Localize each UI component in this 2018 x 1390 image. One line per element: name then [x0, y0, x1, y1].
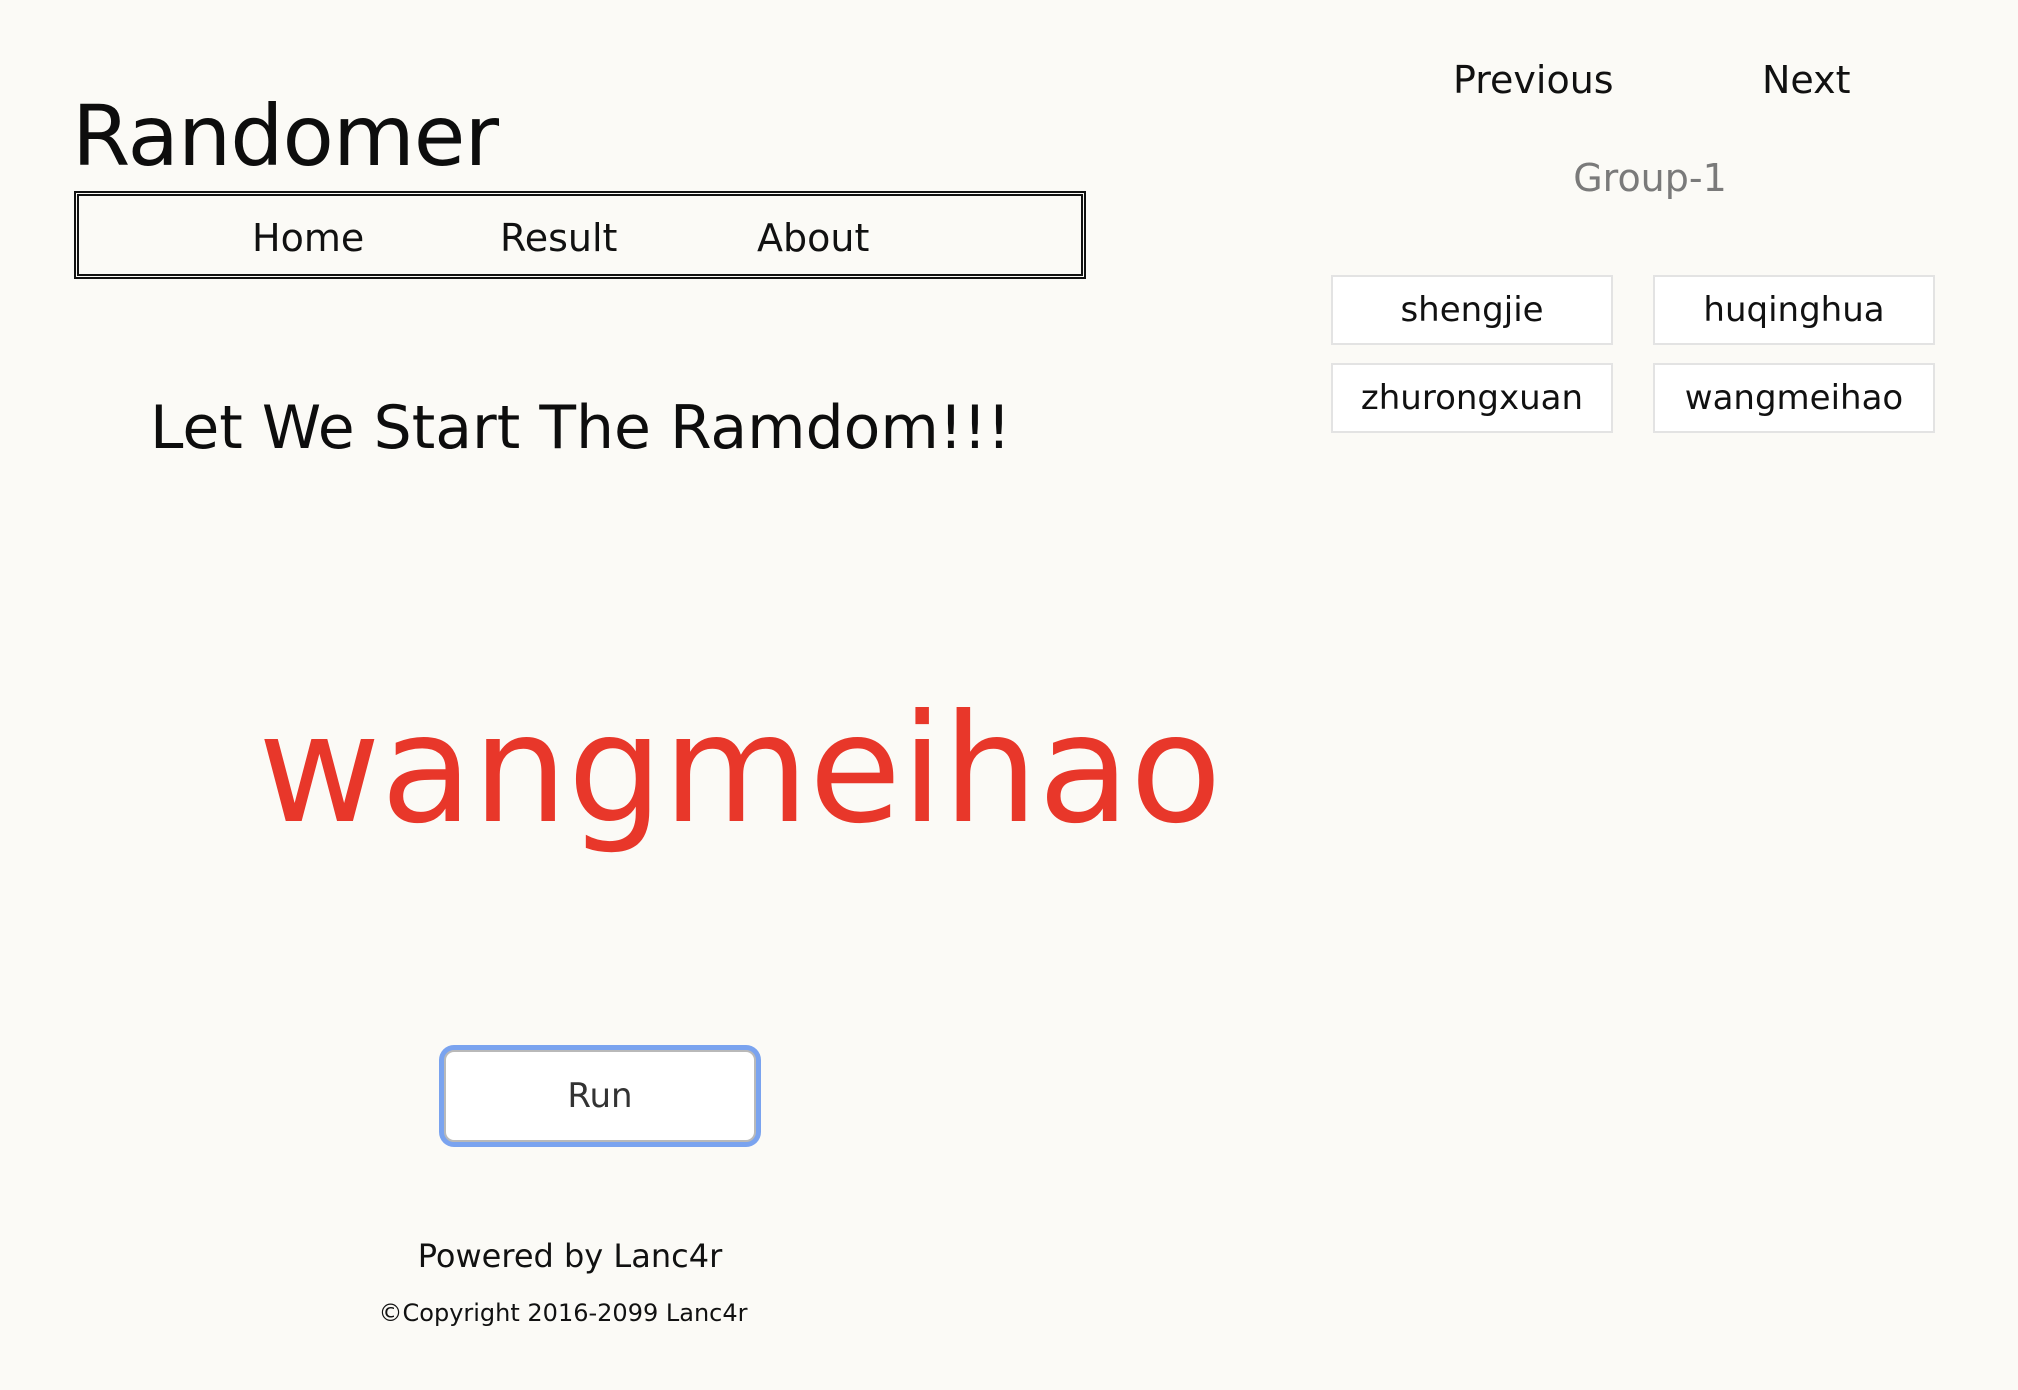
member-card: shengjie	[1331, 275, 1613, 345]
random-result-name: wangmeihao	[258, 683, 1222, 857]
nav-result-link[interactable]: Result	[500, 216, 617, 260]
powered-by-text: Powered by Lanc4r	[417, 1237, 723, 1275]
member-card: huqinghua	[1653, 275, 1935, 345]
member-card: zhurongxuan	[1331, 363, 1613, 433]
page-headline: Let We Start The Ramdom!!!	[150, 393, 1011, 463]
nav-home-link[interactable]: Home	[252, 216, 364, 260]
copyright-text: ©Copyright 2016-2099 Lanc4r	[378, 1299, 748, 1327]
member-card: wangmeihao	[1653, 363, 1935, 433]
previous-group-link[interactable]: Previous	[1453, 56, 1614, 104]
app-title: Randomer	[72, 87, 499, 185]
next-group-link[interactable]: Next	[1762, 56, 1851, 104]
nav-about-link[interactable]: About	[757, 216, 869, 260]
group-label: Group-1	[1573, 156, 1727, 200]
run-button[interactable]: Run	[444, 1050, 756, 1142]
main-nav: Home Result About	[74, 191, 1086, 279]
